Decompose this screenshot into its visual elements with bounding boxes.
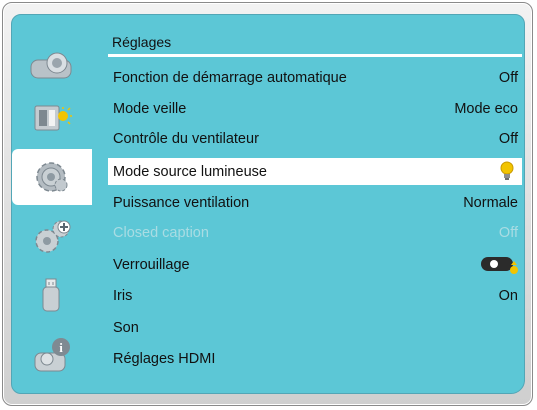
sidebar-item-settings[interactable]: [12, 149, 92, 205]
row-value: On: [498, 288, 518, 304]
row-label: Mode veille: [113, 101, 187, 117]
osd-menu-panel: i Réglages Fonction de démarrage automat…: [11, 14, 525, 394]
svg-text:i: i: [59, 340, 63, 355]
menu-content: Réglages Fonction de démarrage automatiq…: [92, 15, 524, 393]
row-label: Son: [113, 320, 139, 336]
row-label: Puissance ventilation: [113, 195, 250, 211]
menu-row-closed-caption: Closed caption Off: [108, 219, 522, 246]
projector-icon: [29, 48, 75, 82]
sidebar-item-image[interactable]: [12, 39, 92, 91]
title-divider: [108, 54, 522, 57]
row-label: Contrôle du ventilateur: [113, 131, 259, 147]
menu-row-fan-control[interactable]: Contrôle du ventilateur Off: [108, 125, 522, 152]
row-value: Mode eco: [454, 101, 518, 117]
row-value: Off: [498, 131, 518, 147]
usb-icon: [29, 275, 75, 315]
row-value: Off: [498, 70, 518, 86]
sidebar-item-advanced[interactable]: [12, 211, 92, 263]
menu-row-lock[interactable]: Verrouillage: [108, 251, 522, 278]
page-title: Réglages: [112, 34, 172, 50]
settings-gear-icon: [29, 157, 75, 197]
row-label: Verrouillage: [113, 257, 190, 273]
row-label: Closed caption: [113, 225, 209, 241]
menu-row-standby-mode[interactable]: Mode veille Mode eco: [108, 95, 522, 122]
lightbulb-icon: [500, 161, 514, 185]
menu-row-sound[interactable]: Son: [108, 314, 522, 341]
row-label: Iris: [113, 288, 133, 304]
advanced-gears-icon: [29, 217, 75, 257]
lock-toggle-icon: [480, 254, 520, 280]
menu-row-hdmi-settings[interactable]: Réglages HDMI: [108, 345, 522, 372]
menu-row-iris[interactable]: Iris On: [108, 282, 522, 309]
info-icon: i: [29, 335, 75, 375]
sidebar-item-display[interactable]: [12, 91, 92, 143]
row-label: Fonction de démarrage automatique: [113, 70, 347, 86]
row-label: Mode source lumineuse: [113, 164, 267, 180]
menu-row-fan-power[interactable]: Puissance ventilation Normale: [108, 189, 522, 216]
sidebar-item-usb[interactable]: [12, 269, 92, 321]
row-value: Off: [498, 225, 518, 241]
row-label: Réglages HDMI: [113, 351, 216, 367]
menu-sidebar: i: [12, 15, 92, 393]
image-adjust-icon: [29, 100, 75, 134]
menu-row-auto-start[interactable]: Fonction de démarrage automatique Off: [108, 64, 522, 91]
menu-row-light-source-mode[interactable]: Mode source lumineuse: [108, 158, 522, 185]
sidebar-item-info[interactable]: i: [12, 329, 92, 381]
row-value: Normale: [463, 195, 518, 211]
